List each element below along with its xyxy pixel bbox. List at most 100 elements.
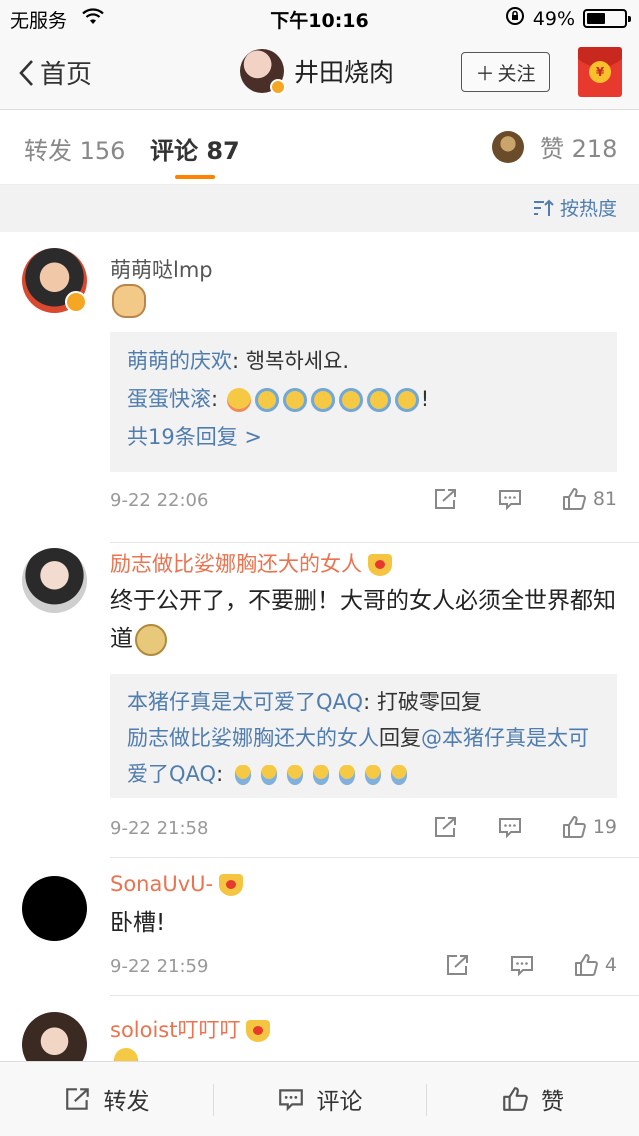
comment-author[interactable]: 励志做比娑娜胸还大的女人 bbox=[110, 548, 392, 578]
back-chevron-icon bbox=[19, 59, 33, 86]
comment-icon bbox=[278, 1089, 303, 1112]
comment-actions: 4 bbox=[445, 952, 617, 978]
crown-icon bbox=[219, 874, 244, 896]
comment-icon bbox=[498, 818, 521, 839]
scream-emoji-icon bbox=[394, 388, 419, 412]
comment-item: 励志做比娑娜胸还大的女人 终于公开了，不要删！大哥的女人必须全世界都知道 本猪仔… bbox=[0, 544, 639, 858]
reply-line: 励志做比娑娜胸还大的女人回复@本猪仔真是太可爱了QAQ: bbox=[127, 726, 589, 786]
reply-line: 本猪仔真是太可爱了QAQ: 打破零回复 bbox=[127, 690, 482, 714]
comment-author[interactable]: soloist叮叮叮 bbox=[110, 1014, 271, 1044]
scream-emoji-icon bbox=[282, 388, 307, 412]
avatar[interactable] bbox=[22, 1012, 87, 1061]
more-replies-link[interactable]: 共19条回复 > bbox=[127, 418, 600, 456]
comment-toolbar-button[interactable]: 评论 bbox=[213, 1062, 426, 1136]
repost-button[interactable]: 转发 bbox=[0, 1062, 213, 1136]
share-icon bbox=[446, 955, 468, 975]
sort-button[interactable]: 按热度 bbox=[532, 194, 617, 221]
comment-text: 终于公开了，不要删！大哥的女人必须全世界都知道 bbox=[110, 582, 617, 658]
cry-emoji-icon bbox=[260, 765, 277, 785]
cry-emoji-icon bbox=[390, 765, 407, 785]
reply-line: 萌萌的庆欢: 행복하세요. bbox=[127, 349, 350, 373]
battery-percent: 49% bbox=[532, 7, 575, 30]
bottom-toolbar: 转发 评论 赞 bbox=[0, 1061, 639, 1136]
reply-preview[interactable]: 本猪仔真是太可爱了QAQ: 打破零回复 励志做比娑娜胸还大的女人回复@本猪仔真是… bbox=[110, 674, 617, 798]
comment-item: soloist叮叮叮 bbox=[0, 996, 639, 1061]
reply-author[interactable]: 本猪仔真是太可爱了QAQ bbox=[127, 690, 363, 714]
reply-author[interactable]: 励志做比娑娜胸还大的女人 bbox=[127, 726, 379, 750]
like-toolbar-button[interactable]: 赞 bbox=[426, 1062, 639, 1136]
verified-badge-icon bbox=[270, 79, 286, 95]
cry-emoji-icon bbox=[364, 765, 381, 785]
scream-emoji-icon bbox=[310, 388, 335, 412]
comment-time: 9-22 21:59 bbox=[110, 956, 209, 977]
like-button[interactable]: 81 bbox=[561, 486, 617, 512]
follow-button[interactable]: ＋ 关注 bbox=[461, 52, 550, 92]
scream-emoji-icon bbox=[254, 388, 279, 412]
crown-icon bbox=[246, 1020, 271, 1042]
tab-bar: 转发 156 评论 87 赞 218 bbox=[0, 111, 639, 185]
cat-emoji-icon bbox=[112, 284, 146, 318]
emoji-icon bbox=[114, 1048, 138, 1061]
comment-author[interactable]: SonaUvU- bbox=[110, 872, 244, 896]
follow-label: 关注 bbox=[497, 62, 536, 85]
like-icon bbox=[562, 488, 586, 510]
back-button[interactable]: 首页 bbox=[18, 54, 92, 91]
like-icon bbox=[503, 1087, 528, 1111]
profile-header[interactable]: 井田烧肉 bbox=[240, 49, 394, 95]
battery-icon bbox=[583, 9, 631, 28]
crown-icon bbox=[368, 554, 392, 576]
like-button[interactable]: 19 bbox=[561, 814, 617, 840]
cry-emoji-icon bbox=[234, 765, 251, 785]
share-icon bbox=[434, 817, 456, 837]
reply-preview[interactable]: 萌萌的庆欢: 행복하세요. 蛋蛋快滚: ! 共19条回复 > bbox=[110, 332, 617, 472]
avatar bbox=[492, 130, 524, 163]
sort-bar: 按热度 bbox=[0, 185, 639, 232]
like-button[interactable]: 4 bbox=[573, 952, 617, 978]
share-button[interactable] bbox=[433, 815, 459, 839]
comment-time: 9-22 21:58 bbox=[110, 818, 209, 839]
nav-bar: 首页 井田烧肉 ＋ 关注 ¥ bbox=[0, 36, 639, 110]
comment-button[interactable] bbox=[509, 953, 535, 977]
comment-text: 卧槽! bbox=[110, 910, 166, 936]
reply-line: 蛋蛋快滚: ! bbox=[127, 387, 430, 412]
tab-comment[interactable]: 评论 87 bbox=[150, 131, 240, 166]
share-button[interactable] bbox=[445, 953, 471, 977]
comment-item: SonaUvU- 卧槽! 9-22 21:59 4 bbox=[0, 858, 639, 996]
avatar[interactable] bbox=[22, 876, 87, 941]
like-icon bbox=[562, 816, 586, 838]
battery-level bbox=[587, 13, 605, 24]
comment-author[interactable]: 萌萌哒lmp bbox=[110, 254, 213, 284]
user-name[interactable]: 井田烧肉 bbox=[294, 53, 394, 89]
like-icon bbox=[574, 954, 598, 976]
doge-emoji-icon bbox=[135, 623, 167, 656]
comment-item: 萌萌哒lmp 萌萌的庆欢: 행복하세요. 蛋蛋快滚: ! 共19条回复 > 9-… bbox=[0, 232, 639, 544]
avatar[interactable] bbox=[22, 548, 87, 613]
flushed-emoji-icon bbox=[226, 388, 251, 412]
comment-icon bbox=[510, 956, 533, 977]
comment-button[interactable] bbox=[497, 815, 523, 839]
red-packet-icon[interactable]: ¥ bbox=[578, 47, 622, 97]
reply-author[interactable]: 萌萌的庆欢 bbox=[127, 349, 232, 373]
comment-time: 9-22 22:06 bbox=[110, 490, 209, 511]
plus-icon: ＋ bbox=[475, 62, 495, 85]
lock-rotation-icon bbox=[505, 6, 525, 31]
scream-emoji-icon bbox=[366, 388, 391, 412]
comment-actions: 19 bbox=[433, 814, 617, 840]
share-icon bbox=[65, 1088, 89, 1110]
share-icon bbox=[434, 489, 456, 509]
avatar[interactable] bbox=[22, 248, 87, 313]
comment-button[interactable] bbox=[497, 487, 523, 511]
avatar[interactable] bbox=[240, 49, 286, 95]
divider bbox=[110, 542, 639, 543]
cry-emoji-icon bbox=[312, 765, 329, 785]
share-button[interactable] bbox=[433, 487, 459, 511]
tab-likes[interactable]: 赞 218 bbox=[492, 129, 617, 164]
comment-icon bbox=[498, 490, 521, 511]
back-label: 首页 bbox=[40, 60, 93, 90]
cry-emoji-icon bbox=[286, 765, 303, 785]
scream-emoji-icon bbox=[338, 388, 363, 412]
status-bar: 无服务 下午10:16 49% bbox=[0, 0, 639, 36]
tab-repost[interactable]: 转发 156 bbox=[24, 131, 125, 166]
reply-author[interactable]: 蛋蛋快滚 bbox=[127, 387, 211, 411]
verified-badge-icon bbox=[65, 291, 87, 313]
